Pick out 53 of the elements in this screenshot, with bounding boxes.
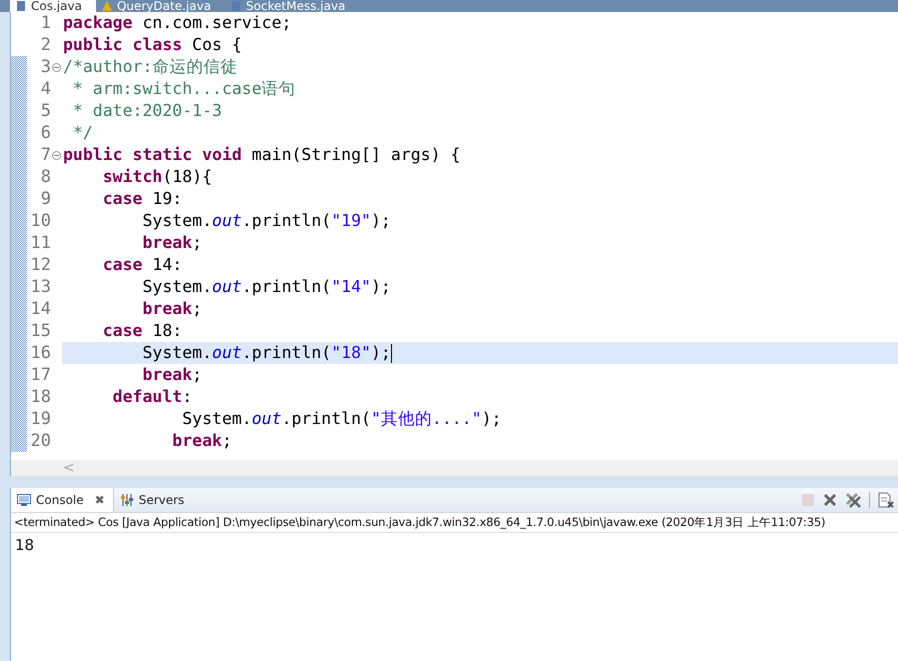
line-number: 13 xyxy=(30,276,51,298)
java-file-icon xyxy=(231,1,242,11)
console-tab[interactable]: Servers xyxy=(114,488,192,512)
remove-all-icon[interactable] xyxy=(845,492,861,508)
clear-console-icon[interactable] xyxy=(878,492,894,508)
line-number: 3 xyxy=(40,56,51,78)
code-line: */ xyxy=(72,122,94,144)
code-line: case 14: xyxy=(102,254,184,276)
console-status: <terminated> Cos [Java Application] D:\myeclipse\binary\com.sun.java.jdk7.win32.x86_64_1.7.0.u45\bin\javaw.exe (2020年1月3日 上午11:07:35) xyxy=(11,513,898,533)
sliders-icon xyxy=(120,493,134,507)
remove-icon[interactable] xyxy=(823,493,837,507)
line-number: 17 xyxy=(30,364,51,386)
line-number: 19 xyxy=(30,408,51,430)
code-line: case 18: xyxy=(102,320,184,342)
code-line: System.out.println("19"); xyxy=(141,210,392,232)
line-number: 12 xyxy=(30,254,51,276)
code-line: System.out.println("14"); xyxy=(141,276,392,298)
line-number: 14 xyxy=(30,298,51,320)
code-line: break; xyxy=(141,298,204,320)
code-line: break; xyxy=(141,232,204,254)
line-number: 1 xyxy=(40,12,51,34)
line-number: 5 xyxy=(40,100,51,122)
line-number: 7 xyxy=(40,144,51,166)
code-line: switch(18){ xyxy=(102,166,214,188)
line-number: 16 xyxy=(30,342,51,364)
line-number: 10 xyxy=(30,210,51,232)
code-line: public class Cos { xyxy=(62,34,243,56)
code-line: * arm:switch...case语句 xyxy=(72,78,297,100)
close-icon[interactable]: ✖ xyxy=(94,493,105,507)
monitor-icon xyxy=(17,493,31,507)
line-number: 4 xyxy=(40,78,51,100)
line-number: 2 xyxy=(40,34,51,56)
code-line: * date:2020-1-3 xyxy=(72,100,223,122)
line-number: 20 xyxy=(30,430,51,452)
line-number: 8 xyxy=(40,166,51,188)
code-line: public static void main(String[] args) { xyxy=(62,144,462,166)
code-line: break; xyxy=(141,364,204,386)
console-output: 18 xyxy=(14,536,34,554)
code-line: /*author:命运的信徒 xyxy=(62,56,238,78)
java-file-icon xyxy=(16,1,26,11)
line-number: 11 xyxy=(30,232,51,254)
code-line: System.out.println("其他的...."); xyxy=(181,408,502,430)
code-line: default: xyxy=(112,386,194,408)
line-number: 15 xyxy=(30,320,51,342)
code-line: case 19: xyxy=(102,188,184,210)
line-number: 6 xyxy=(40,122,51,144)
collapse-icon[interactable] xyxy=(52,150,61,160)
collapse-icon[interactable] xyxy=(52,62,61,72)
console-tab[interactable]: Console ✖ xyxy=(11,488,114,512)
line-number: 9 xyxy=(40,188,51,210)
code-line: break; xyxy=(171,430,233,452)
line-number: 18 xyxy=(30,386,51,408)
code-line: package cn.com.service; xyxy=(62,12,292,34)
